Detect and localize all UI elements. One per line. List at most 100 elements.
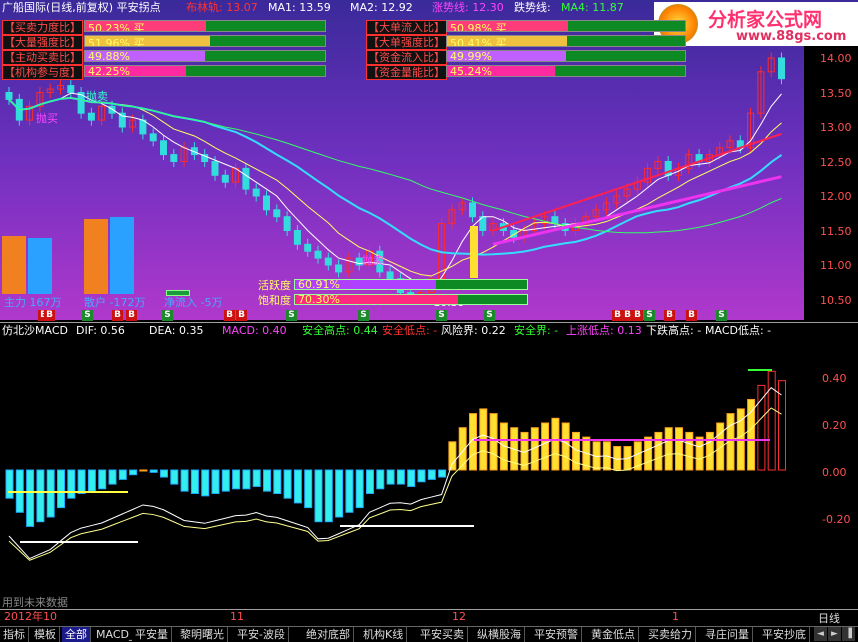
macd-histogram-bar [180, 469, 189, 492]
sell-annotation: 抛卖 [86, 90, 108, 103]
candle-body [304, 243, 312, 252]
candle-body [108, 105, 116, 114]
macd-histogram-bar [190, 469, 199, 494]
macd-histogram-bar [304, 469, 313, 509]
tab-scroll-left-icon[interactable]: ◄ [814, 627, 827, 641]
period-selector[interactable]: 日线 [806, 610, 858, 625]
macd-histogram-bar [263, 469, 271, 492]
candle-body [273, 209, 281, 218]
tab-13[interactable]: 买卖给力 [645, 627, 696, 642]
candle-body [283, 216, 291, 231]
sell-signal-badge[interactable]: S [436, 310, 447, 321]
price-tick-2: 13.00 [820, 121, 852, 134]
macd-histogram-bar [36, 469, 45, 523]
macd-tick-0: 0.40 [822, 372, 847, 385]
buy-signal-badge[interactable]: B [686, 310, 697, 321]
tab-14[interactable]: 寻庄问量 [702, 627, 753, 642]
price-tick-5: 11.50 [820, 224, 852, 238]
sell-signal-badge[interactable]: S [716, 310, 727, 321]
buy-annotation: 抛买 [36, 112, 58, 125]
macd-histogram-bar [252, 469, 261, 487]
macd-histogram-bar [695, 436, 704, 471]
tab-0[interactable]: 指标 [0, 627, 29, 642]
sell-signal-badge[interactable]: S [162, 310, 173, 321]
retail-bar-2 [110, 217, 134, 294]
tab-9[interactable]: 平安买卖 [417, 627, 468, 642]
buy-signal-badge[interactable]: B [224, 310, 235, 321]
macd-histogram-bar [108, 469, 117, 485]
time-label-1: 11 [230, 610, 244, 623]
main-force-label: 主力 167万 [4, 296, 62, 309]
buy-signal-badge[interactable]: B [44, 310, 55, 321]
macd-histogram-bar [345, 469, 354, 513]
sell-signal-badge[interactable]: S [82, 310, 93, 321]
activity-track: 60.91% [294, 278, 528, 291]
macd-histogram-bar [170, 469, 179, 485]
macd-histogram-bar [396, 469, 405, 485]
macd-histogram-bar [293, 469, 302, 504]
candle-body [139, 119, 147, 135]
sell-signal-badge[interactable]: S [286, 310, 297, 321]
net-inflow-label: 净流入 -5万 [164, 296, 223, 309]
sell-signal-badge[interactable]: S [484, 310, 495, 321]
macd-histogram-bar [438, 469, 447, 478]
tab-2[interactable]: 全部 [62, 627, 91, 642]
tab-10[interactable]: 纵横股海 [474, 627, 525, 642]
period-label: 日线 [818, 612, 840, 625]
tab-4[interactable]: 平安量 [132, 627, 172, 642]
sell-low-annotation: 抛卖 [362, 254, 384, 267]
time-label-3: 1 [672, 610, 679, 623]
tab-7[interactable]: 绝对底部 [303, 627, 354, 642]
volume-spike [470, 226, 478, 278]
macd-histogram-bar [767, 370, 776, 471]
macd-histogram-bar [417, 469, 426, 483]
candle-body [314, 250, 322, 259]
buy-signal-badge[interactable]: B [126, 310, 137, 321]
candle-body [263, 195, 270, 211]
buy-signal-badge[interactable]: B [236, 310, 247, 321]
tab-11[interactable]: 平安预警 [531, 627, 582, 642]
macd-histogram-bar [46, 469, 55, 518]
macd-histogram-bar [386, 469, 395, 485]
tab-scroll-end-icon[interactable]: ▐ [842, 627, 855, 641]
candle-body [469, 202, 476, 218]
tab-scroll-right-icon[interactable]: ► [828, 627, 841, 641]
tab-12[interactable]: 黄金低点 [588, 627, 639, 642]
sell-signal-badge[interactable]: S [644, 310, 655, 321]
macd-chart-canvas[interactable] [0, 322, 858, 608]
tab-8[interactable]: 机构K线 [360, 627, 408, 642]
indicator-tabs: 指标 模板 全部 MACD_ 平安量 黎明曙光 平安-波段 绝对底部 机构K线 平安买卖 纵横股海平… [0, 626, 858, 642]
candle-body [324, 257, 332, 266]
price-tick-6: 11.00 [820, 259, 852, 272]
tab-6[interactable]: 平安-波段 [234, 627, 289, 642]
candle-body [252, 188, 260, 197]
activity-value: 60.91% [298, 278, 340, 291]
macd-histogram-bar [407, 469, 416, 487]
macd-histogram-bar [561, 422, 570, 471]
macd-histogram-bar [324, 469, 333, 523]
buy-signal-badge[interactable]: B [632, 310, 643, 321]
tab-15[interactable]: 平安抄底 [759, 627, 810, 642]
macd-histogram-bar [376, 469, 385, 490]
macd-histogram-bar [87, 469, 96, 492]
main-force-bar [2, 236, 26, 294]
main-force-bar-2 [84, 219, 108, 294]
buy-signal-badge[interactable]: B [664, 310, 675, 321]
macd-histogram-bar [221, 469, 230, 492]
macd-histogram-bar [232, 469, 241, 490]
price-tick-0: 14.00 [820, 52, 852, 65]
tab-1[interactable]: 模板 [31, 627, 60, 642]
macd-histogram-bar [242, 469, 251, 490]
macd-histogram-bar [366, 469, 374, 494]
retail-label: 散户 -172万 [84, 296, 146, 309]
macd-histogram-bar [644, 436, 653, 471]
saturation-label: 饱和度 [258, 294, 291, 307]
sell-signal-badge[interactable]: S [358, 310, 369, 321]
price-tick-4: 12.00 [820, 190, 852, 203]
macd-histogram-bar [283, 469, 292, 499]
candle-body [386, 271, 394, 280]
macd-histogram-bar [448, 441, 457, 471]
buy-signal-badge[interactable]: B [112, 310, 123, 321]
tab-5[interactable]: 黎明曙光 [177, 627, 228, 642]
candle-body [149, 133, 157, 142]
